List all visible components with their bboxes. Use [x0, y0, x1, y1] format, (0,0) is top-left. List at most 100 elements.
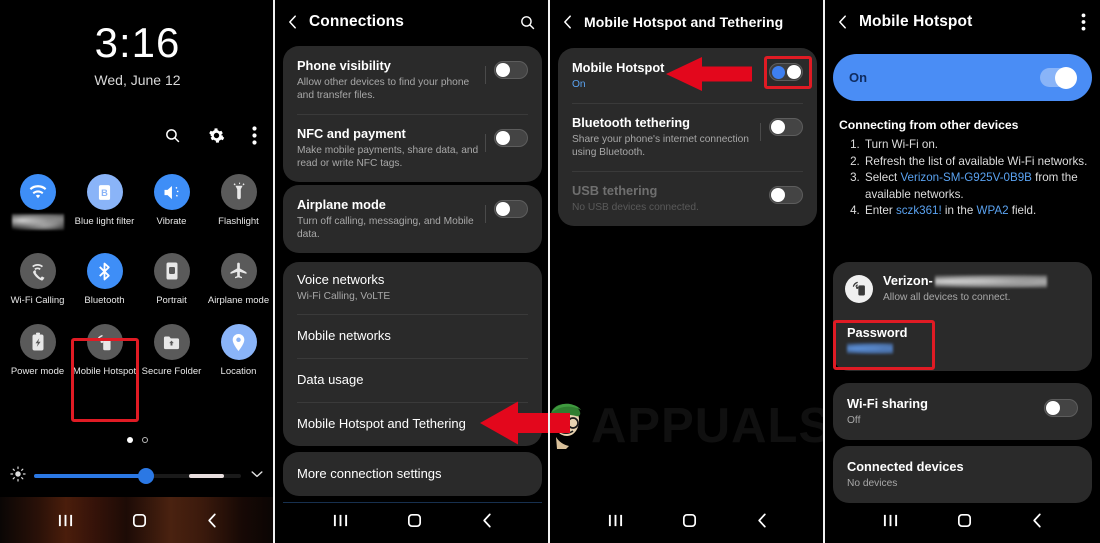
- recents-icon[interactable]: [332, 513, 349, 533]
- recents-icon[interactable]: [882, 513, 899, 533]
- row-data-usage[interactable]: Data usage: [283, 358, 542, 402]
- row-title: Mobile networks: [297, 328, 391, 343]
- row-airplane-mode[interactable]: Airplane mode Turn off calling, messagin…: [283, 185, 542, 253]
- instruction-step-3: Select Verizon-SM-G925V-0B9B from the av…: [863, 170, 1090, 203]
- brightness-thumb[interactable]: [137, 468, 154, 484]
- page-title: Connections: [309, 13, 404, 30]
- panel-divider-3: [823, 0, 825, 543]
- tile-secure-folder[interactable]: Secure Folder: [138, 320, 205, 377]
- toggle-airplane-mode[interactable]: [485, 200, 528, 223]
- back-icon[interactable]: [755, 512, 769, 534]
- instruction-step-1: Turn Wi-Fi on.: [863, 137, 1090, 154]
- overflow-menu-icon[interactable]: [1081, 13, 1100, 31]
- tile-label: Location: [220, 366, 257, 377]
- tile-label: Vibrate: [156, 216, 187, 227]
- brightness-slider-row[interactable]: [10, 462, 265, 490]
- tile-row-1: B Blue light filter Vibrate Flashlight: [4, 170, 272, 235]
- step-text: Refresh the list of available Wi-Fi netw…: [865, 154, 1088, 168]
- instruction-step-4: Enter sczk361! in the WPA2 field.: [863, 203, 1090, 220]
- tile-vibrate[interactable]: Vibrate: [138, 170, 205, 235]
- page-dot[interactable]: [142, 437, 148, 443]
- chevron-down-icon[interactable]: [249, 466, 265, 487]
- tile-flashlight[interactable]: Flashlight: [205, 170, 272, 235]
- row-network-name[interactable]: Verizon- Allow all devices to connect.: [833, 262, 1092, 315]
- tethering-title-bar: Mobile Hotspot and Tethering: [550, 0, 825, 44]
- tile-power-mode[interactable]: Power mode: [4, 320, 71, 377]
- highlight-box-password: [833, 320, 935, 370]
- row-nfc-and-payment[interactable]: NFC and payment Make mobile payments, sh…: [283, 114, 542, 182]
- tile-label: Airplane mode: [207, 295, 270, 306]
- tile-label-blurred: [11, 214, 64, 230]
- hotspot-title-bar: Mobile Hotspot: [825, 0, 1100, 44]
- back-arrow-icon[interactable]: [275, 14, 309, 30]
- recents-icon[interactable]: [607, 513, 624, 533]
- step-text: Enter: [865, 204, 896, 217]
- home-icon[interactable]: [406, 512, 423, 534]
- toggle-wifi-sharing[interactable]: [1044, 399, 1078, 417]
- page-title: Mobile Hotspot: [859, 13, 973, 30]
- row-title: Data usage: [297, 372, 364, 387]
- clock: 3:16: [94, 19, 181, 66]
- row-title: USB tethering: [572, 183, 658, 198]
- row-voice-networks[interactable]: Voice networks Wi-Fi Calling, VoLTE: [283, 262, 542, 314]
- row-wifi-sharing[interactable]: Wi-Fi sharing Off: [833, 383, 1092, 440]
- location-pin-icon: [220, 324, 257, 360]
- blue-light-filter-icon: B: [86, 174, 123, 210]
- overflow-menu-icon[interactable]: [252, 126, 257, 145]
- row-phone-visibility[interactable]: Phone visibility Allow other devices to …: [283, 46, 542, 114]
- tile-bluetooth[interactable]: Bluetooth: [71, 249, 138, 306]
- row-mobile-networks[interactable]: Mobile networks: [283, 314, 542, 358]
- search-icon[interactable]: [164, 127, 181, 144]
- instructions-list: Turn Wi-Fi on. Refresh the list of avail…: [839, 137, 1090, 220]
- hotspot-connected-devices-card: Connected devices No devices: [833, 446, 1092, 503]
- tile-airplane-mode[interactable]: Airplane mode: [205, 249, 272, 306]
- navigation-bar: [550, 503, 825, 543]
- tile-blue-light-filter[interactable]: B Blue light filter: [71, 170, 138, 235]
- hotspot-master-switch[interactable]: On: [833, 54, 1092, 101]
- network-subtitle: Allow all devices to connect.: [883, 292, 1011, 303]
- portrait-rotation-icon: [153, 253, 190, 289]
- toggle-nfc-and-payment[interactable]: [485, 129, 528, 152]
- back-icon[interactable]: [480, 512, 494, 534]
- back-icon[interactable]: [1030, 512, 1044, 534]
- master-switch-knob[interactable]: [1040, 66, 1077, 89]
- airplane-icon: [220, 253, 257, 289]
- toggle-bluetooth-tethering[interactable]: [760, 118, 803, 141]
- page-dots: [0, 437, 275, 443]
- search-icon[interactable]: [519, 14, 550, 31]
- home-icon[interactable]: [131, 512, 148, 534]
- tile-location[interactable]: Location: [205, 320, 272, 377]
- back-arrow-icon[interactable]: [550, 14, 584, 30]
- toggle-phone-visibility[interactable]: [485, 61, 528, 84]
- home-icon[interactable]: [681, 512, 698, 534]
- tile-wifi-calling[interactable]: Wi-Fi Calling: [4, 249, 71, 306]
- row-more-connection-settings[interactable]: More connection settings: [283, 452, 542, 496]
- wifi-calling-icon: [19, 253, 56, 289]
- row-bluetooth-tethering[interactable]: Bluetooth tethering Share your phone's i…: [558, 103, 817, 171]
- secure-folder-icon: [153, 324, 190, 360]
- tile-label: Bluetooth: [84, 295, 125, 306]
- back-arrow-icon[interactable]: [825, 14, 859, 30]
- tile-portrait[interactable]: Portrait: [138, 249, 205, 306]
- brightness-fill: [34, 474, 146, 478]
- back-icon[interactable]: [205, 512, 219, 534]
- brightness-icon: [10, 465, 26, 487]
- row-title: Voice networks: [297, 272, 385, 287]
- recents-icon[interactable]: [57, 513, 74, 533]
- row-title: Airplane mode: [297, 197, 386, 212]
- step-text: Turn Wi-Fi on.: [865, 138, 939, 151]
- quick-settings-panel: 3:16 Wed, June 12 B Blue light filter Vi…: [0, 0, 275, 543]
- gear-icon[interactable]: [208, 127, 225, 144]
- row-title: Connected devices: [847, 459, 964, 474]
- page-dot-active[interactable]: [127, 437, 133, 443]
- instructions-heading: Connecting from other devices: [839, 118, 1019, 132]
- brightness-tail-segment: [189, 474, 225, 478]
- connections-group-2: Airplane mode Turn off calling, messagin…: [283, 185, 542, 253]
- mobile-hotspot-icon: [845, 274, 873, 303]
- row-connected-devices[interactable]: Connected devices No devices: [833, 446, 1092, 503]
- tile-wifi[interactable]: [4, 170, 71, 235]
- home-icon[interactable]: [956, 512, 973, 534]
- row-subtitle: Off: [847, 415, 861, 426]
- brightness-track[interactable]: [34, 468, 241, 484]
- navigation-bar: [0, 503, 275, 543]
